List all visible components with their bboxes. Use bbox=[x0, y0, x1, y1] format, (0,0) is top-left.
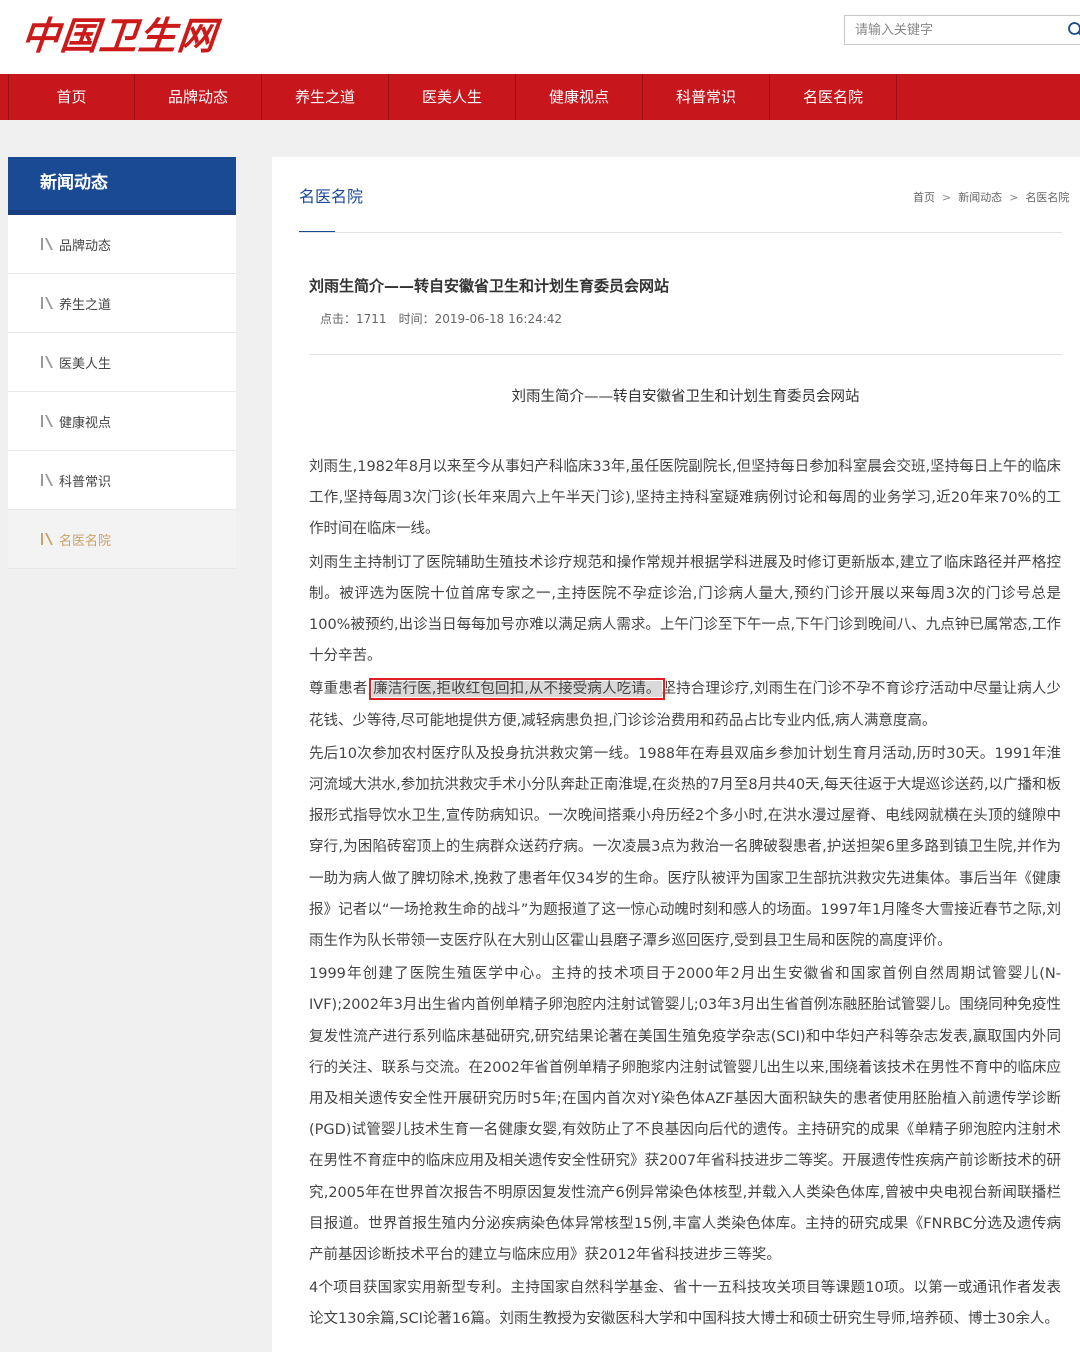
nav-medical-beauty[interactable]: 医美人生 bbox=[389, 74, 516, 120]
sidebar-item-label: 养生之道 bbox=[59, 297, 112, 313]
sidebar: 新闻动态 品牌动态 养生之道 医美人生 健康视点 科普常识 名医名院 bbox=[8, 157, 236, 569]
slash-marker-icon bbox=[41, 297, 53, 309]
slash-marker-icon bbox=[41, 356, 53, 368]
article-subtitle: 刘雨生简介——转自安徽省卫生和计划生育委员会网站 bbox=[511, 389, 860, 405]
section-title: 名医名院 bbox=[299, 187, 364, 206]
publish-time: 2019-06-18 16:24:42 bbox=[434, 312, 563, 326]
sidebar-item-label: 名医名院 bbox=[59, 533, 112, 549]
paragraph: 先后10次参加农村医疗队及投身抗洪救灾第一线。1988年在寿县双庙乡参加计划生育… bbox=[309, 745, 1061, 950]
search-icon[interactable] bbox=[1067, 21, 1080, 39]
paragraph: 刘雨生主持制订了医院辅助生殖技术诊疗规范和操作常规并根据学科进展及时修订更新版本… bbox=[309, 554, 1061, 665]
slash-marker-icon bbox=[41, 415, 53, 427]
breadcrumb-separator: > bbox=[1009, 191, 1019, 204]
breadcrumb-home[interactable]: 首页 bbox=[913, 191, 935, 204]
nav-health-view[interactable]: 健康视点 bbox=[516, 74, 643, 120]
sidebar-title: 新闻动态 bbox=[8, 157, 236, 215]
breadcrumb-news[interactable]: 新闻动态 bbox=[958, 191, 1002, 204]
time-label: 时间： bbox=[398, 312, 435, 326]
sidebar-item-health-view[interactable]: 健康视点 bbox=[8, 392, 236, 451]
sidebar-item-famous-doctors[interactable]: 名医名院 bbox=[8, 510, 236, 569]
paragraph: 4个项目获国家实用新型专利。主持国家自然科学基金、省十一五科技攻关项目等课题10… bbox=[309, 1280, 1061, 1328]
sidebar-item-label: 医美人生 bbox=[59, 356, 112, 372]
paragraph: 刘雨生,1982年8月以来至今从事妇产科临床33年,虽任医院副院长,但坚持每日参… bbox=[309, 459, 1061, 538]
highlighted-text: 廉洁行医,拒收红包回扣,从不接受病人吃请。 bbox=[369, 678, 665, 701]
divider bbox=[309, 354, 1062, 355]
clicks-count: 1711 bbox=[356, 312, 387, 326]
article-meta: 点击：1711 时间：2019-06-18 16:24:42 bbox=[320, 310, 562, 327]
clicks-label: 点击： bbox=[320, 312, 357, 326]
sidebar-item-medical-beauty[interactable]: 医美人生 bbox=[8, 333, 236, 392]
nav-famous-doctors[interactable]: 名医名院 bbox=[770, 74, 897, 120]
sidebar-item-science[interactable]: 科普常识 bbox=[8, 451, 236, 510]
logo-text: 中国卫生网 bbox=[19, 12, 220, 58]
paragraph: 1999年创建了医院生殖医学中心。主持的技术项目于2000年2月出生安徽省和国家… bbox=[309, 966, 1062, 1264]
site-header: 中国卫生网 bbox=[0, 0, 1080, 74]
nav-brand-news[interactable]: 品牌动态 bbox=[135, 74, 262, 120]
article-title: 刘雨生简介——转自安徽省卫生和计划生育委员会网站 bbox=[309, 277, 670, 295]
paragraph: 尊重患者,廉洁行医,拒收红包回扣,从不接受病人吃请。坚持合理诊疗,刘雨生在门诊不… bbox=[309, 674, 1061, 736]
breadcrumb-separator: > bbox=[942, 191, 952, 204]
breadcrumb: 首页 > 新闻动态 > 名医名院 bbox=[912, 189, 1070, 205]
divider bbox=[299, 232, 1062, 233]
search-input[interactable] bbox=[845, 16, 1065, 44]
slash-marker-icon bbox=[41, 533, 53, 545]
main-nav: 首页 品牌动态 养生之道 医美人生 健康视点 科普常识 名医名院 bbox=[0, 74, 1080, 120]
breadcrumb-current[interactable]: 名医名院 bbox=[1025, 191, 1069, 204]
sidebar-item-brand-news[interactable]: 品牌动态 bbox=[8, 215, 236, 274]
sidebar-item-label: 健康视点 bbox=[59, 415, 112, 431]
nav-health-tips[interactable]: 养生之道 bbox=[262, 74, 389, 120]
nav-science[interactable]: 科普常识 bbox=[643, 74, 770, 120]
site-logo[interactable]: 中国卫生网 bbox=[19, 8, 219, 58]
slash-marker-icon bbox=[41, 474, 53, 486]
sidebar-item-label: 科普常识 bbox=[59, 474, 112, 490]
sidebar-item-health-tips[interactable]: 养生之道 bbox=[8, 274, 236, 333]
slash-marker-icon bbox=[41, 238, 53, 250]
paragraph-text: 尊重患者, bbox=[309, 681, 373, 698]
main-content: 名医名院 首页 > 新闻动态 > 名医名院 刘雨生简介——转自安徽省卫生和计划生育委员会… bbox=[272, 157, 1080, 1352]
search-box bbox=[844, 15, 1080, 45]
nav-home[interactable]: 首页 bbox=[8, 74, 135, 120]
sidebar-item-label: 品牌动态 bbox=[59, 238, 112, 254]
article-body: 刘雨生,1982年8月以来至今从事妇产科临床33年,虽任医院副院长,但坚持每日参… bbox=[309, 452, 1061, 1338]
